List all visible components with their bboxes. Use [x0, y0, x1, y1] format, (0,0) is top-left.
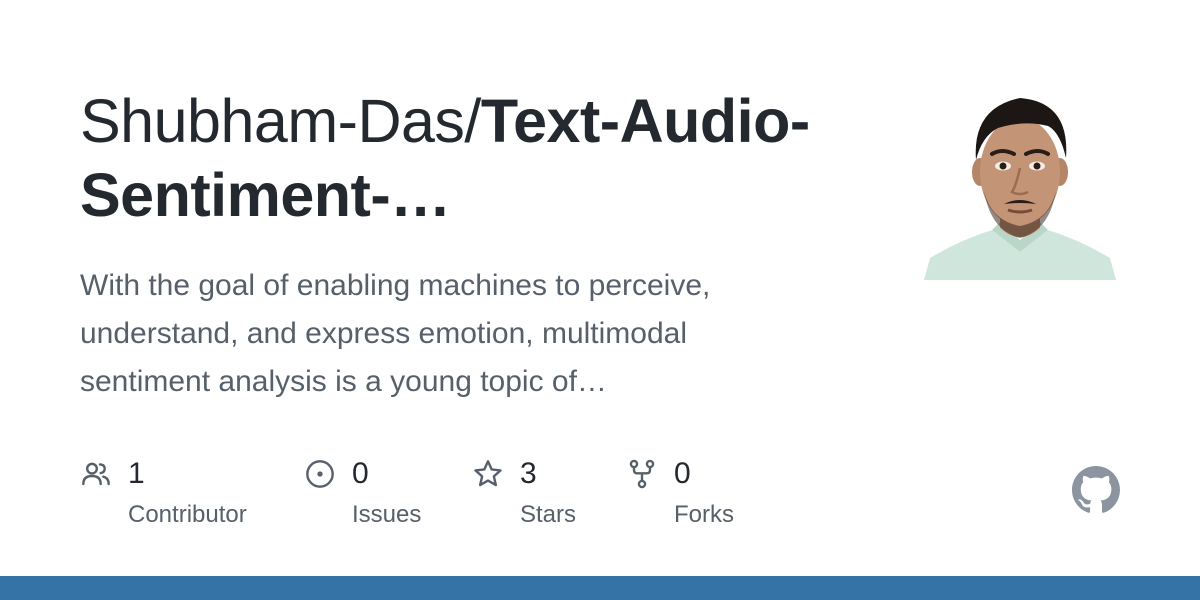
avatar-portrait — [920, 80, 1120, 280]
repo-title[interactable]: Shubham-Das/Text-Audio-Sentiment-… — [80, 84, 860, 232]
owner-avatar[interactable] — [920, 80, 1120, 280]
stat-forks-label: Forks — [674, 501, 734, 528]
language-color-bar — [0, 576, 1200, 600]
people-icon — [82, 462, 110, 486]
stat-issues-value: 0 — [352, 457, 369, 490]
repo-owner: Shubham-Das/ — [80, 87, 481, 155]
repo-description: With the goal of enabling machines to pe… — [80, 269, 711, 398]
repo-social-card: Shubham-Das/Text-Audio-Sentiment-… With … — [0, 0, 1200, 600]
stat-stars-value: 3 — [520, 457, 537, 490]
github-mark-icon[interactable] — [1072, 466, 1120, 514]
stat-contributors-label: Contributor — [128, 501, 247, 528]
stat-contributors-value: 1 — [128, 457, 145, 490]
star-icon — [474, 460, 502, 487]
fork-icon — [629, 459, 655, 489]
issue-icon — [306, 460, 334, 488]
stat-issues-label: Issues — [352, 501, 422, 528]
stat-forks-value: 0 — [674, 457, 691, 490]
stat-stars-label: Stars — [520, 501, 577, 528]
